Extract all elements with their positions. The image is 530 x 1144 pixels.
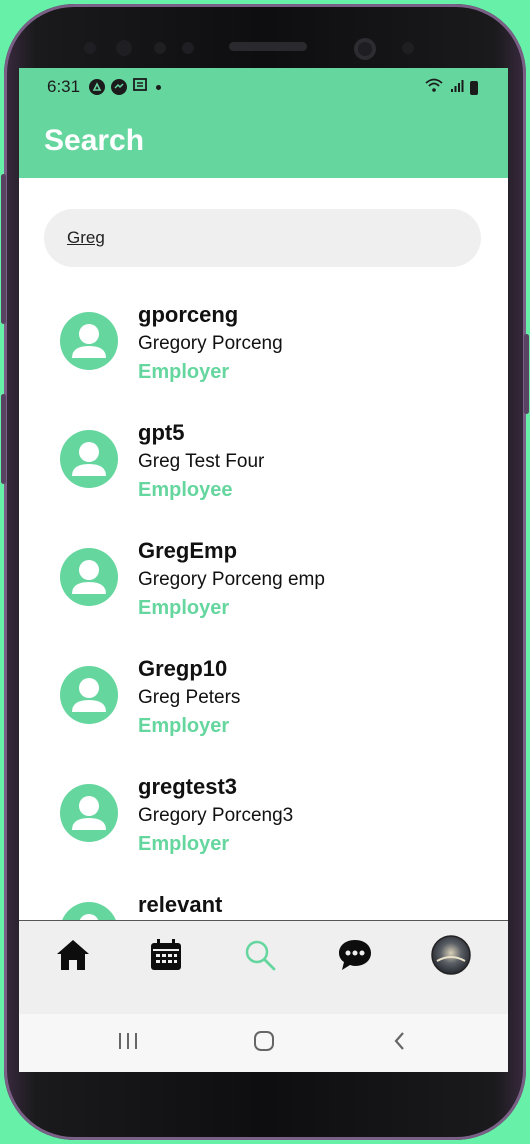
user-avatar-icon xyxy=(60,784,118,842)
sensor xyxy=(116,40,132,56)
messenger-icon xyxy=(111,79,127,95)
system-status-icons xyxy=(424,78,478,98)
result-row[interactable]: gporceng Gregory Porceng Employer xyxy=(19,294,508,412)
result-full-name: Gregory Porceng3 xyxy=(138,805,294,826)
sensor xyxy=(402,42,414,54)
nav-home[interactable] xyxy=(51,935,95,979)
side-key xyxy=(524,334,529,414)
sensor xyxy=(84,42,96,54)
result-row[interactable]: Gregp10 Greg Peters Employer xyxy=(19,648,508,766)
nav-profile[interactable] xyxy=(429,934,473,980)
calendar-icon xyxy=(149,938,183,977)
dot-icon xyxy=(156,84,161,90)
nav-calendar[interactable] xyxy=(144,935,188,979)
back-button[interactable] xyxy=(385,1030,415,1057)
news-icon xyxy=(133,77,148,97)
result-full-name: Greg Peters xyxy=(138,687,241,708)
result-row[interactable]: GregEmp Gregory Porceng emp Employer xyxy=(19,530,508,648)
status-time: 6:31 xyxy=(47,77,81,96)
search-results-list: gporceng Gregory Porceng Employer gpt5 G… xyxy=(19,294,508,1002)
chat-icon xyxy=(337,938,373,977)
user-avatar-icon xyxy=(60,430,118,488)
result-username: Gregp10 xyxy=(138,656,228,681)
result-role: Employer xyxy=(138,597,230,619)
signal-icon xyxy=(450,79,464,98)
search-input[interactable] xyxy=(67,225,447,251)
result-full-name: Gregory Porceng emp xyxy=(138,569,325,590)
result-username: gregtest3 xyxy=(138,774,238,799)
back-icon xyxy=(392,1030,408,1057)
user-avatar-icon xyxy=(60,312,118,370)
home-icon xyxy=(55,938,91,977)
earpiece-speaker xyxy=(229,42,307,51)
result-role: Employer xyxy=(138,715,230,737)
result-username: gpt5 xyxy=(138,420,185,445)
page-title: Search xyxy=(44,124,145,157)
recents-icon xyxy=(117,1031,139,1056)
result-role: Employee xyxy=(138,479,233,501)
result-row[interactable]: gregtest3 Gregory Porceng3 Employer xyxy=(19,766,508,884)
power-button xyxy=(1,174,6,324)
result-username: GregEmp xyxy=(138,538,238,563)
maps-icon xyxy=(89,79,105,95)
home-button[interactable] xyxy=(249,1030,279,1057)
search-bar[interactable] xyxy=(44,209,481,267)
nav-messages[interactable] xyxy=(333,935,377,979)
result-full-name: Greg Test Four xyxy=(138,451,265,472)
app-screen: 6:31 Search Greg gporceng Gregory Porcen… xyxy=(19,68,508,1072)
home-circle-icon xyxy=(253,1030,275,1057)
result-username: gporceng xyxy=(138,302,239,327)
status-bar: 6:31 xyxy=(19,68,508,104)
system-navigation-bar xyxy=(19,1014,508,1072)
bottom-navigation xyxy=(19,920,508,1015)
user-avatar-icon xyxy=(60,666,118,724)
result-role: Employer xyxy=(138,833,230,855)
sensor xyxy=(182,42,194,54)
recents-button[interactable] xyxy=(113,1032,143,1054)
wifi-icon xyxy=(424,78,444,98)
volume-button xyxy=(1,394,6,484)
result-role: Employer xyxy=(138,361,230,383)
notification-icons xyxy=(89,77,161,97)
search-icon xyxy=(243,938,277,977)
result-username: relevant xyxy=(138,892,223,917)
front-camera xyxy=(354,38,376,60)
sensor xyxy=(154,42,166,54)
profile-avatar xyxy=(431,934,471,980)
app-bar: Search xyxy=(19,104,508,178)
nav-search[interactable] xyxy=(238,935,282,979)
battery-icon xyxy=(470,81,478,95)
result-full-name: Gregory Porceng xyxy=(138,333,283,354)
result-row[interactable]: gpt5 Greg Test Four Employee xyxy=(19,412,508,530)
user-avatar-icon xyxy=(60,548,118,606)
